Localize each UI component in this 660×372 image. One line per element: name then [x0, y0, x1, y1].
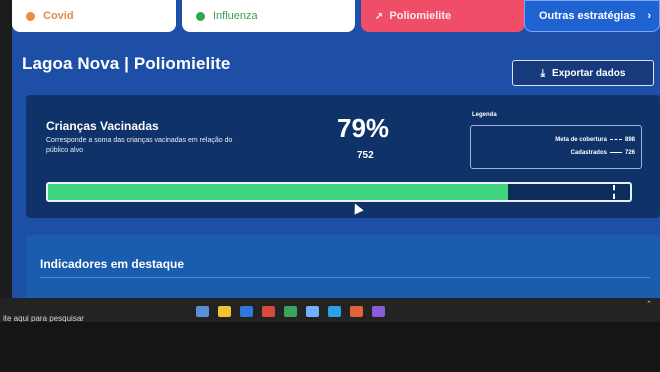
app-icon[interactable]	[284, 306, 297, 317]
system-tray-icon[interactable]: ⌃	[646, 300, 652, 308]
legend-coverage-value: 898	[624, 137, 635, 143]
coverage-percent: 79%	[337, 113, 390, 143]
office-icon[interactable]	[262, 306, 275, 317]
store-icon[interactable]	[306, 306, 319, 317]
browser-icon[interactable]	[328, 306, 341, 317]
coverage-progress-fill	[48, 184, 508, 200]
legend-registered-label: Cadastrados	[570, 150, 607, 156]
covid-dot-icon	[26, 11, 35, 21]
export-button[interactable]: ⤓ Exportar dados	[512, 60, 654, 86]
taskbar-icons	[196, 306, 385, 317]
legend-registered-value: 726	[624, 150, 635, 156]
chrome-icon[interactable]	[350, 306, 363, 317]
highlights-card: Indicadores em destaque	[26, 235, 660, 298]
vaccinated-count: 752	[357, 150, 374, 161]
legend-coverage-row: Meta de cobertura 898	[555, 137, 635, 143]
syringe-icon: ➚	[375, 10, 384, 22]
legend-title: Legenda	[472, 112, 497, 118]
tab-influenza[interactable]: Influenza	[182, 0, 355, 32]
legend-registered-row: Cadastrados 726	[571, 150, 635, 156]
highlights-title: Indicadores em destaque	[40, 257, 185, 271]
tab-covid[interactable]: Covid	[12, 0, 176, 32]
card-title: Crianças Vacinadas	[46, 119, 159, 133]
export-button-label: Exportar dados	[552, 67, 626, 79]
card-description: Corresponde a soma das crianças vacinada…	[46, 137, 233, 154]
coverage-target-marker	[612, 185, 615, 199]
divider	[40, 277, 650, 278]
tab-poliomielite-label: Poliomielite	[389, 10, 452, 22]
file-explorer-icon[interactable]	[218, 306, 231, 317]
app-screen: Covid Influenza ➚ Poliomielite Outras es…	[12, 0, 660, 298]
coverage-progress-bar	[46, 182, 632, 202]
chevron-right-icon: ›	[647, 10, 651, 22]
tab-covid-label: Covid	[43, 10, 74, 22]
tab-poliomielite[interactable]: ➚ Poliomielite	[361, 0, 525, 32]
page-title: Lagoa Nova | Poliomielite	[22, 54, 231, 73]
app-icon-2[interactable]	[372, 306, 385, 317]
windows-taskbar: ite aqui para pesquisar ⌃	[0, 298, 660, 323]
dashed-line-icon	[609, 138, 622, 140]
vaccinated-children-card: Crianças Vacinadas Corresponde a soma da…	[26, 95, 660, 218]
legend-box: Meta de cobertura 898 Cadastrados 726	[470, 125, 642, 169]
edge-icon[interactable]	[240, 306, 253, 317]
influenza-dot-icon	[196, 11, 205, 21]
tab-outras-label: Outras estratégias	[539, 10, 636, 22]
tab-influenza-label: Influenza	[213, 10, 258, 22]
monitor-lower-bezel	[0, 322, 660, 372]
task-view-icon[interactable]	[196, 306, 209, 317]
download-icon: ⤓	[540, 67, 546, 79]
tab-outras-estrategias[interactable]: Outras estratégias ›	[524, 0, 660, 32]
solid-line-icon	[609, 151, 622, 153]
legend-coverage-label: Meta de cobertura	[555, 137, 607, 143]
